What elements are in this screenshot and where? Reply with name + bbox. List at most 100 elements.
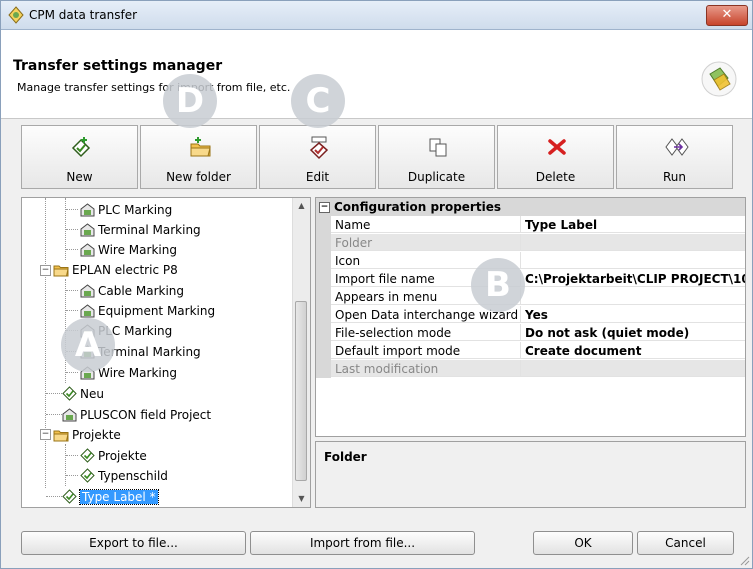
tree-item[interactable]: Projekte [80, 446, 147, 466]
new-button[interactable]: New [21, 125, 138, 189]
tree-item-label: Wire Marking [98, 366, 177, 380]
property-description: Folder [315, 441, 746, 508]
tree-item[interactable]: Equipment Marking [80, 301, 215, 321]
property-row-icon[interactable]: Icon [316, 252, 745, 270]
new-folder-button[interactable]: New folder [140, 125, 257, 189]
property-value[interactable]: Do not ask (quiet mode) [521, 324, 745, 341]
new-folder-icon [190, 137, 211, 157]
tree-item[interactable]: Wire Marking [80, 240, 177, 260]
tree-item[interactable]: EPLAN electric P8 [53, 260, 178, 280]
property-value[interactable] [521, 288, 745, 305]
header-subtitle: Manage transfer settings for import from… [17, 81, 291, 94]
callout-d: D [163, 74, 217, 128]
property-value[interactable]: Create document [521, 342, 745, 359]
marking-icon [62, 408, 77, 422]
new-folder-label: New folder [166, 170, 231, 184]
property-row-name[interactable]: Name Type Label [316, 216, 745, 234]
edit-label: Edit [305, 170, 330, 184]
duplicate-label: Duplicate [407, 170, 466, 184]
toolbar: New New folder Edit Duplicate Delete Run [21, 125, 733, 191]
title-bar: CPM data transfer ✕ [1, 1, 752, 30]
marking-icon [80, 304, 95, 318]
import-from-file-button[interactable]: Import from file... [250, 531, 475, 555]
ok-button[interactable]: OK [533, 531, 633, 555]
edit-icon [309, 136, 329, 160]
tree-item-label: Terminal Marking [98, 223, 201, 237]
property-group-title: Configuration properties [334, 200, 501, 214]
window-title: CPM data transfer [29, 8, 138, 22]
marking-icon [80, 243, 95, 257]
property-value[interactable]: Yes [521, 306, 745, 323]
tree-item[interactable]: PLUSCON field Project [62, 405, 211, 425]
run-label: Run [662, 170, 686, 184]
tree-scrollbar[interactable]: ▲ ▼ [292, 198, 310, 507]
callout-a: A [61, 318, 115, 372]
tree-item-label: Cable Marking [98, 284, 185, 298]
tree-item[interactable]: Typenschild [80, 466, 168, 486]
marking-icon [80, 284, 95, 298]
property-value[interactable] [521, 252, 745, 269]
tree-expander-eplan[interactable]: − [40, 265, 51, 276]
callout-c: C [291, 74, 345, 128]
duplicate-button[interactable]: Duplicate [378, 125, 495, 189]
tree-item-label: Wire Marking [98, 243, 177, 257]
tree-expander-projekte[interactable]: − [40, 429, 51, 440]
tree-item-label: Typenschild [98, 469, 168, 483]
tree-item-label: Equipment Marking [98, 304, 216, 318]
tree-item[interactable]: PLC Marking [80, 200, 172, 220]
cancel-button[interactable]: Cancel [637, 531, 734, 555]
scroll-up-icon[interactable]: ▲ [293, 198, 310, 214]
property-row-open-wizard[interactable]: Open Data interchange wizard in Yes [316, 306, 745, 324]
setting-icon [62, 386, 77, 401]
property-row-import-file[interactable]: Import file name C:\Projektarbeit\CLIP PR… [316, 270, 745, 288]
collapse-icon[interactable]: − [319, 202, 330, 213]
property-row-appears-in-menu[interactable]: Appears in menu [316, 288, 745, 306]
property-name: File-selection mode [331, 324, 521, 341]
property-grid: − Configuration properties Name Type Labe… [315, 197, 746, 437]
delete-label: Delete [535, 170, 576, 184]
callout-b: B [471, 258, 525, 312]
property-name: Last modification [331, 360, 521, 377]
resize-grip-icon[interactable] [740, 556, 750, 566]
property-value[interactable]: Type Label [521, 216, 745, 233]
edit-button[interactable]: Edit [259, 125, 376, 189]
property-name: Folder [331, 234, 521, 251]
duplicate-icon [429, 138, 447, 157]
new-label: New [66, 170, 93, 184]
property-name: Name [331, 216, 521, 233]
property-row-import-mode[interactable]: Default import mode Create document [316, 342, 745, 360]
tree-item[interactable]: Projekte [53, 425, 121, 445]
description-title: Folder [324, 450, 367, 464]
scroll-thumb[interactable] [295, 301, 307, 481]
tree-item-label: PLC Marking [98, 203, 173, 217]
tree-item-label: Neu [80, 387, 104, 401]
delete-button[interactable]: Delete [497, 125, 614, 189]
property-name: Default import mode [331, 342, 521, 359]
scroll-down-icon[interactable]: ▼ [293, 491, 310, 507]
run-button[interactable]: Run [616, 125, 733, 189]
folder-icon [53, 265, 69, 277]
property-value [521, 360, 745, 377]
tree-item[interactable]: Cable Marking [80, 281, 184, 301]
setting-icon [80, 468, 95, 483]
delete-icon [548, 139, 566, 155]
export-to-file-button[interactable]: Export to file... [21, 531, 246, 555]
app-icon [8, 6, 24, 24]
dialog-window: CPM data transfer ✕ Transfer settings ma… [0, 0, 753, 569]
dialog-header: Transfer settings manager Manage transfe… [1, 30, 752, 119]
property-group-header[interactable]: − Configuration properties [316, 198, 745, 216]
property-row-file-selection[interactable]: File-selection mode Do not ask (quiet mod… [316, 324, 745, 342]
marking-icon [80, 223, 95, 237]
tree-item[interactable]: Terminal Marking [80, 220, 201, 240]
folder-icon [53, 430, 69, 442]
property-row-last-modification: Last modification [316, 360, 745, 378]
run-icon [665, 138, 689, 156]
property-value[interactable]: C:\Projektarbeit\CLIP PROJECT\10540 [521, 270, 745, 287]
tree-item-label: PLUSCON field Project [80, 408, 212, 422]
tree-item-label: EPLAN electric P8 [72, 263, 178, 277]
close-button[interactable]: ✕ [706, 5, 748, 26]
property-row-folder: Folder [316, 234, 745, 252]
tree-item[interactable]: Neu [62, 384, 104, 404]
tree-item-selected[interactable]: Type Label * [62, 487, 159, 507]
tree-item-label: Projekte [72, 428, 121, 442]
